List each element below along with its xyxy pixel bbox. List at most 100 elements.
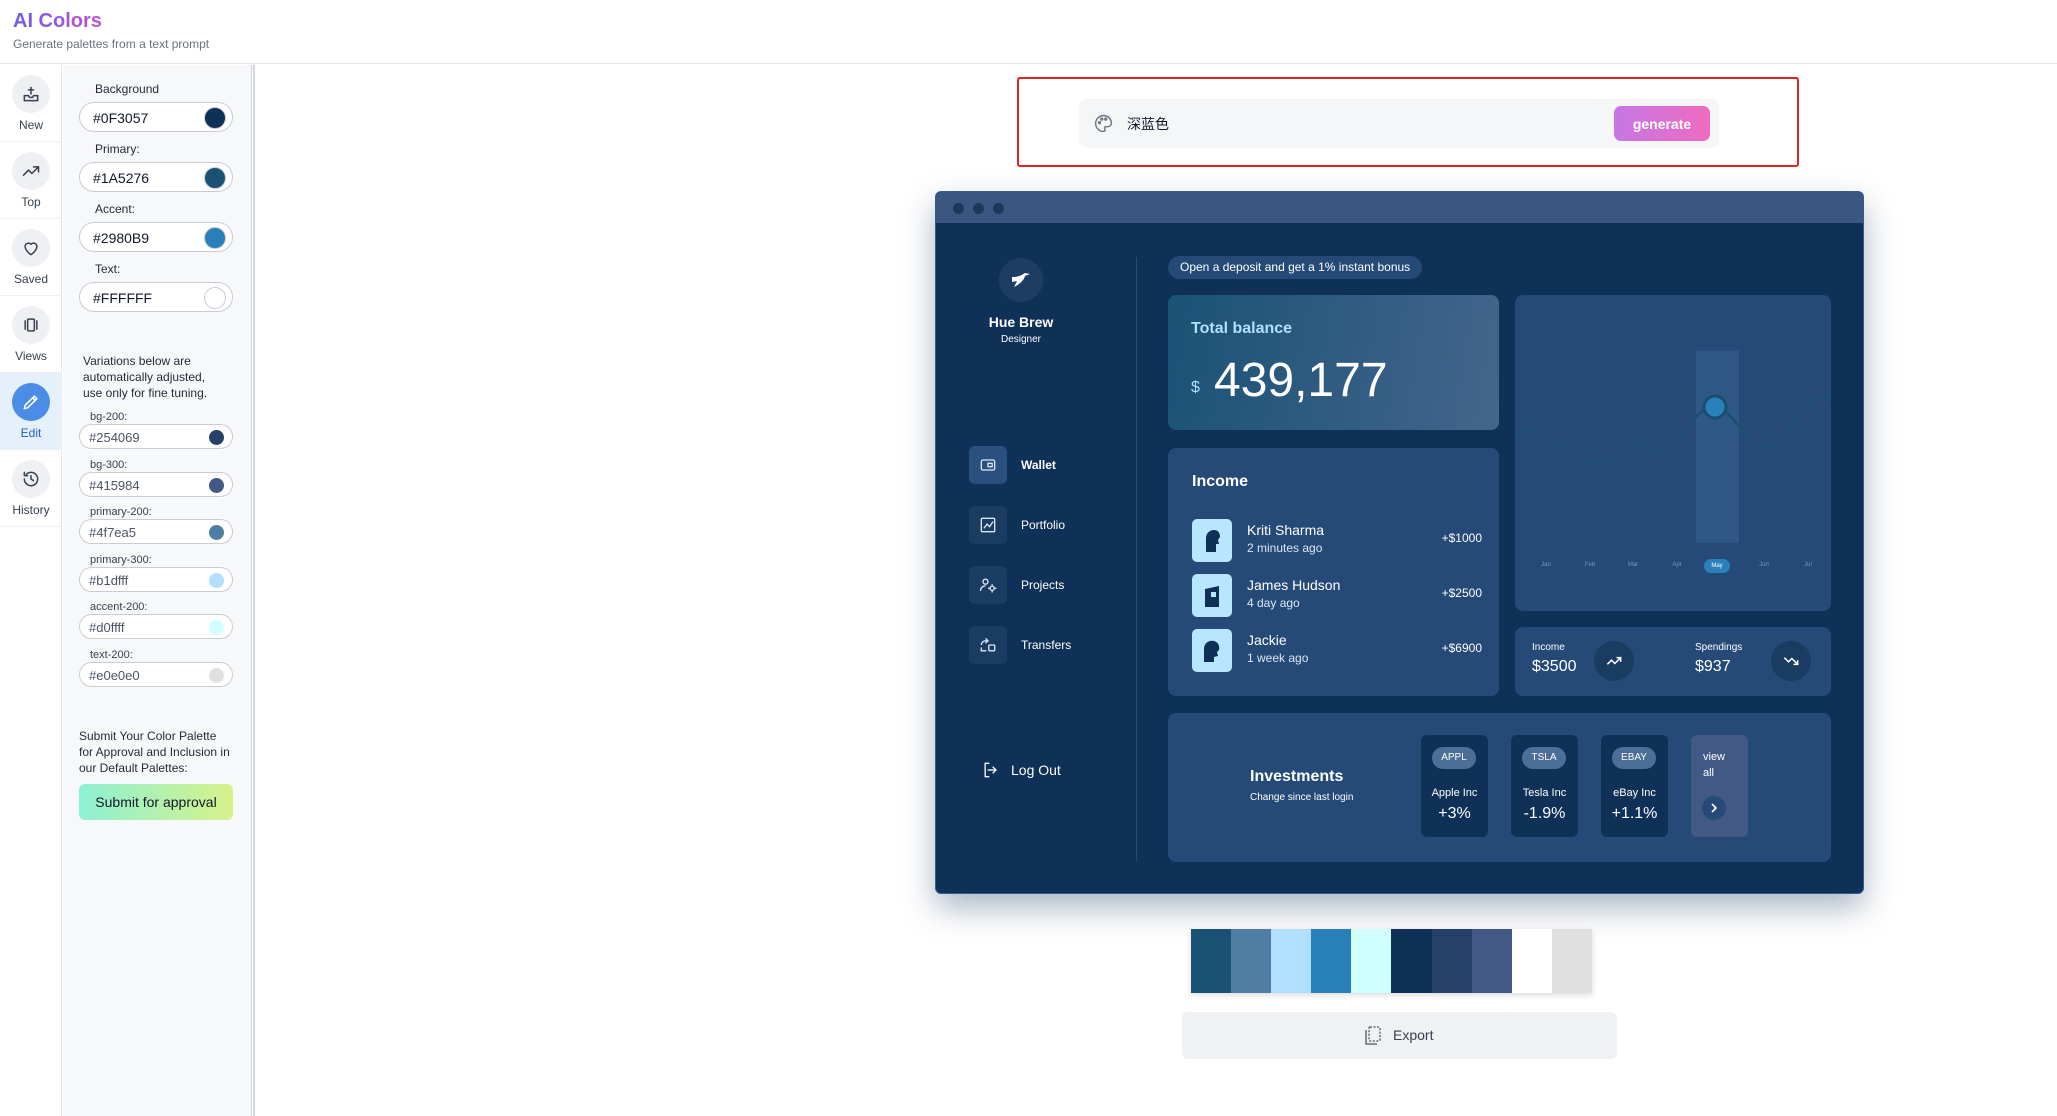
variation-value[interactable]: #b1dfff: [89, 573, 128, 588]
nav-item-edit[interactable]: Edit: [0, 373, 62, 450]
accent-color-swatch[interactable]: [204, 227, 226, 249]
chart-month-label-selected[interactable]: May: [1704, 559, 1730, 573]
palette-swatch[interactable]: [1191, 929, 1232, 993]
prompt-input[interactable]: [1127, 111, 1567, 137]
income-amount: +$2500: [1441, 586, 1482, 600]
income-row[interactable]: James Hudson 4 day ago +$2500: [1192, 574, 1482, 618]
palette-swatch[interactable]: [1431, 929, 1472, 993]
nav-item-top[interactable]: Top: [0, 142, 62, 219]
stock-card-appl[interactable]: APPL Apple Inc +3%: [1421, 735, 1488, 837]
text-color-swatch[interactable]: [204, 287, 226, 309]
background-color-swatch[interactable]: [204, 107, 226, 129]
transfer-icon: [969, 626, 1007, 664]
nav-label: Views: [15, 349, 47, 363]
primary-color-field[interactable]: #1A5276: [79, 162, 233, 192]
primary-color-value[interactable]: #1A5276: [93, 170, 149, 186]
nav-item-views[interactable]: Views: [0, 296, 62, 373]
nav-item-saved[interactable]: Saved: [0, 219, 62, 296]
background-label: Background: [95, 82, 160, 96]
app-title[interactable]: AI Colors: [13, 10, 102, 33]
nav-label: New: [18, 118, 43, 132]
variation-field-primary-300[interactable]: #b1dfff: [79, 567, 233, 592]
variation-field-accent-200[interactable]: #d0ffff: [79, 614, 233, 639]
nav-item-history[interactable]: History: [0, 450, 62, 527]
palette-swatch[interactable]: [1351, 929, 1392, 993]
text-color-value[interactable]: #FFFFFF: [93, 290, 152, 306]
income-row[interactable]: Jackie 1 week ago +$6900: [1192, 629, 1482, 673]
variation-value[interactable]: #254069: [89, 430, 140, 445]
preview-nav-label: Transfers: [1021, 638, 1072, 652]
variation-label-bg-300: bg-300:: [90, 459, 128, 471]
variation-value[interactable]: #4f7ea5: [89, 525, 136, 540]
nav-label: Edit: [20, 426, 42, 440]
background-color-field[interactable]: #0F3057: [79, 102, 233, 132]
palette-swatch[interactable]: [1551, 929, 1592, 993]
chart-month-label: Feb: [1584, 562, 1596, 568]
heart-icon: [12, 229, 50, 267]
chart-line-icon: [969, 506, 1007, 544]
prompt-bar: generate: [1079, 99, 1719, 148]
text-color-field[interactable]: #FFFFFF: [79, 282, 233, 312]
variation-label-primary-300: primary-300:: [90, 554, 152, 566]
palette-swatch[interactable]: [1471, 929, 1512, 993]
view-all-card[interactable]: view all: [1691, 735, 1748, 837]
stock-ticker: TSLA: [1522, 747, 1566, 769]
app-subtitle: Generate palettes from a text prompt: [13, 37, 210, 51]
variation-swatch[interactable]: [209, 620, 224, 635]
nav-label: Top: [21, 195, 41, 209]
balance-currency: $: [1191, 379, 1200, 396]
variation-value[interactable]: #d0ffff: [89, 620, 124, 635]
palette-swatches: [1191, 929, 1592, 993]
income-row[interactable]: Kriti Sharma 2 minutes ago +$1000: [1192, 519, 1482, 563]
palette-swatch[interactable]: [1231, 929, 1272, 993]
palette-swatch[interactable]: [1311, 929, 1352, 993]
accent-color-field[interactable]: #2980B9: [79, 222, 233, 252]
stock-card-tsla[interactable]: TSLA Tesla Inc -1.9%: [1511, 735, 1578, 837]
bird-logo-icon: [1012, 273, 1030, 287]
palette-swatch[interactable]: [1271, 929, 1312, 993]
variation-swatch[interactable]: [209, 573, 224, 588]
variation-value[interactable]: #e0e0e0: [89, 668, 140, 683]
logout-label: Log Out: [1011, 762, 1061, 778]
preview-nav-projects[interactable]: Projects: [969, 566, 1119, 604]
generate-button[interactable]: generate: [1614, 106, 1710, 141]
nav-item-new[interactable]: New: [0, 65, 62, 142]
export-button[interactable]: Export: [1182, 1012, 1617, 1059]
pencil-icon: [12, 383, 50, 421]
submit-for-approval-button[interactable]: Submit for approval: [79, 784, 233, 820]
chart-month-label: Apr: [1672, 562, 1682, 568]
stock-change: -1.9%: [1523, 805, 1566, 822]
variation-swatch[interactable]: [209, 668, 224, 683]
variation-swatch[interactable]: [209, 430, 224, 445]
preview-nav-transfers[interactable]: Transfers: [969, 626, 1119, 664]
variation-value[interactable]: #415984: [89, 478, 140, 493]
primary-color-swatch[interactable]: [204, 167, 226, 189]
variation-label-primary-200: primary-200:: [90, 506, 152, 518]
total-balance-card: Total balance $ 439,177: [1168, 295, 1499, 430]
stock-card-ebay[interactable]: EBAY eBay Inc +1.1%: [1601, 735, 1668, 837]
palette-swatch[interactable]: [1511, 929, 1552, 993]
variation-swatch[interactable]: [209, 478, 224, 493]
chevron-right-icon[interactable]: [1702, 796, 1726, 820]
promo-pill[interactable]: Open a deposit and get a 1% instant bonu…: [1168, 256, 1423, 279]
preview-divider: [1136, 257, 1137, 861]
chart-line: [1515, 395, 1831, 464]
primary-label: Primary:: [95, 142, 140, 156]
background-color-value[interactable]: #0F3057: [93, 110, 148, 126]
variation-field-text-200[interactable]: #e0e0e0: [79, 662, 233, 687]
income-time: 2 minutes ago: [1247, 541, 1323, 555]
trending-up-icon: [1594, 641, 1634, 681]
variation-field-bg-300[interactable]: #415984: [79, 472, 233, 497]
preview-nav-portfolio[interactable]: Portfolio: [969, 506, 1119, 544]
variation-field-primary-200[interactable]: #4f7ea5: [79, 519, 233, 544]
stats-income-label: Income: [1532, 642, 1565, 653]
preview-nav-wallet[interactable]: Wallet: [969, 446, 1119, 484]
profile-role: Designer: [1000, 334, 1042, 345]
logout-button[interactable]: Log Out: [981, 758, 1101, 782]
balance-amount: 439,177: [1214, 354, 1388, 407]
variation-swatch[interactable]: [209, 525, 224, 540]
accent-color-value[interactable]: #2980B9: [93, 230, 149, 246]
variation-field-bg-200[interactable]: #254069: [79, 424, 233, 449]
palette-swatch[interactable]: [1391, 929, 1432, 993]
panel-resize-handle[interactable]: [251, 65, 255, 1116]
